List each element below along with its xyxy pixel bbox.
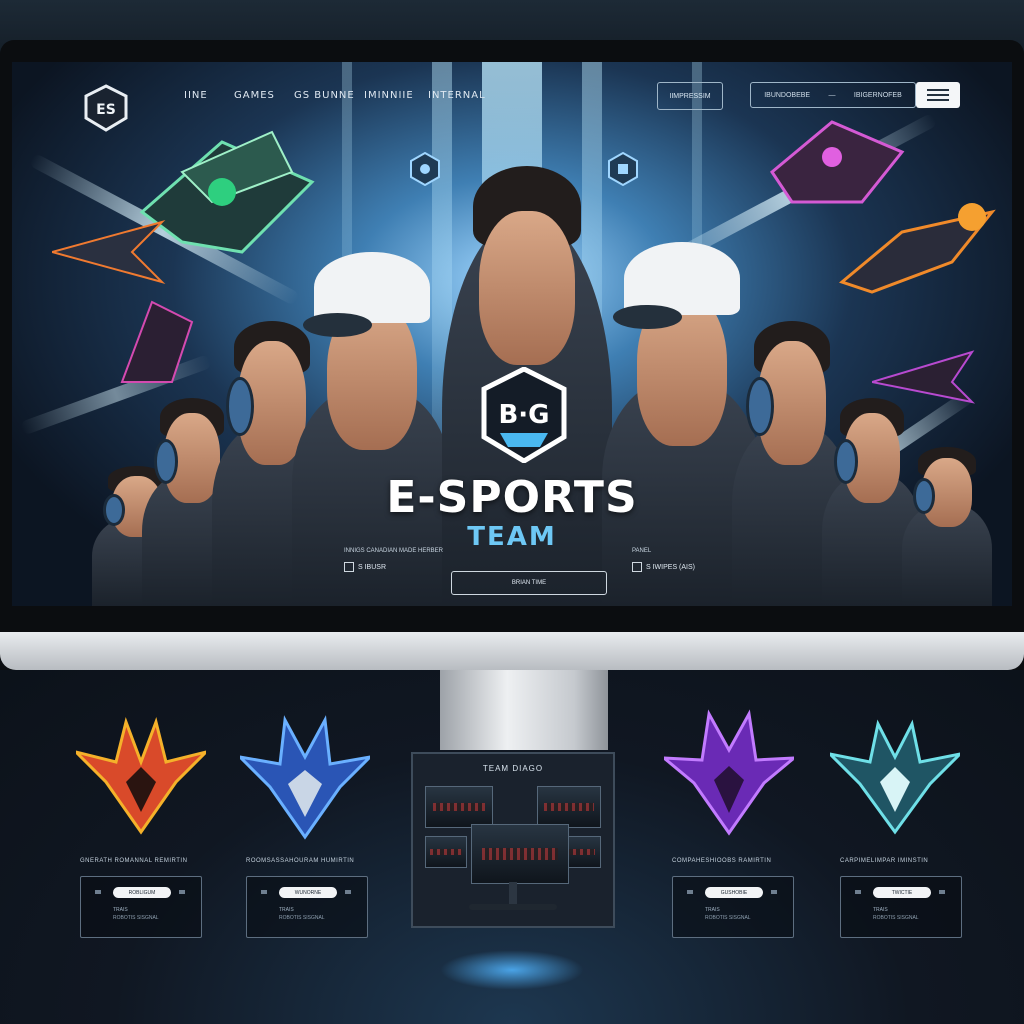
frost-emblem-icon	[830, 719, 960, 835]
right-meta-label: PANEL	[632, 548, 652, 554]
card-dot	[687, 890, 693, 894]
card-dot	[939, 890, 945, 894]
ice-emblem-icon	[240, 715, 370, 840]
header-button[interactable]: IIMPRESSIM	[657, 82, 723, 110]
preview-screen	[537, 786, 601, 828]
card-line: TRAIS	[113, 907, 128, 913]
nav-item-home[interactable]: IINE	[184, 90, 208, 101]
player-card[interactable]: WUNORNE TRAIS ROBOTIS SISGNAL	[246, 876, 368, 938]
nav-item-contact[interactable]: INTERNAL	[428, 90, 486, 101]
card-button[interactable]: ROBLIGUM	[113, 887, 171, 898]
panel-glow	[440, 950, 584, 990]
team-logo-icon: B·G	[481, 367, 567, 463]
website-screen: ES IINE GAMES GS BUNNE IMINNIIE INTERNAL…	[12, 62, 1012, 606]
fighter-jet-icon	[52, 220, 166, 284]
search-left-text: IBUNDOBEBE	[764, 91, 811, 99]
card-button[interactable]: GUSHOBIE	[705, 887, 763, 898]
mini-base	[469, 904, 557, 910]
card-dot	[345, 890, 351, 894]
left-meta-label: INNIGS CANADIAN MADE HERBER	[344, 548, 444, 554]
svg-text:B·G: B·G	[498, 400, 549, 430]
left-meta-value: S IBUSR	[344, 562, 386, 572]
card-line: TRAIS	[705, 907, 720, 913]
team-diago-panel[interactable]: TEAM DIAGO	[411, 752, 615, 928]
cta-button[interactable]: BRIAN TIME	[451, 571, 607, 595]
team-member	[902, 442, 992, 606]
player-card[interactable]: ROBLIGUM TRAIS ROBOTIS SISGNAL	[80, 876, 202, 938]
hex-badge-icon	[410, 152, 440, 186]
mini-stand	[509, 882, 517, 904]
hero-title: E-SPORTS	[386, 472, 638, 523]
card-line: ROBOTIS SISGNAL	[873, 915, 919, 921]
card-button[interactable]: TWICTIE	[873, 887, 931, 898]
search-separator: —	[828, 91, 836, 99]
player-card[interactable]: GUSHOBIE TRAIS ROBOTIS SISGNAL	[672, 876, 794, 938]
monitor-stand	[440, 670, 608, 750]
card-title: COMPAHESHIOOBS RAMIRTIN	[672, 858, 772, 864]
team-logo-icon[interactable]: ES	[84, 84, 128, 132]
nav-item-team[interactable]: GS BUNNE	[294, 90, 355, 101]
preview-screen	[425, 786, 493, 828]
card-title: ROOMSASSAHOURAM HUMIRTIN	[246, 858, 355, 864]
monitor-chin	[0, 632, 1024, 670]
card-line: TRAIS	[873, 907, 888, 913]
card-dot	[95, 890, 101, 894]
card-dot	[855, 890, 861, 894]
card-line: ROBOTIS SISGNAL	[705, 915, 751, 921]
preview-screen	[425, 836, 467, 868]
menu-icon[interactable]	[916, 82, 960, 108]
fire-emblem-icon	[76, 716, 206, 835]
card-dot	[261, 890, 267, 894]
jetpack-pilot-icon	[838, 203, 996, 294]
panel-title: TEAM DIAGO	[482, 764, 544, 773]
card-title: CARPIMELIMPAR IMINSTIN	[840, 858, 929, 864]
card-dot	[179, 890, 185, 894]
hex-badge-icon	[608, 152, 638, 186]
card-button[interactable]: WUNORNE	[279, 887, 337, 898]
nav-item-games[interactable]: GAMES	[234, 90, 275, 101]
card-line: ROBOTIS SISGNAL	[113, 915, 159, 921]
card-line: TRAIS	[279, 907, 294, 913]
svg-text:ES: ES	[96, 102, 116, 118]
main-preview-screen	[471, 824, 569, 884]
ninja-fighter-icon	[120, 300, 194, 383]
shadow-emblem-icon	[664, 709, 794, 836]
right-meta-value: S IWIPES (AIS)	[632, 562, 695, 572]
nav-item-news[interactable]: IMINNIIE	[364, 90, 414, 101]
search-input[interactable]: IBUNDOBEBE — IBIGERNOFEB	[750, 82, 916, 108]
card-line: ROBOTIS SISGNAL	[279, 915, 325, 921]
card-title: GNERATH ROMANNAL REMIRTIN	[80, 858, 188, 864]
card-dot	[771, 890, 777, 894]
player-card[interactable]: TWICTIE TRAIS ROBOTIS SISGNAL	[840, 876, 962, 938]
search-right-text: IBIGERNOFEB	[853, 91, 902, 99]
